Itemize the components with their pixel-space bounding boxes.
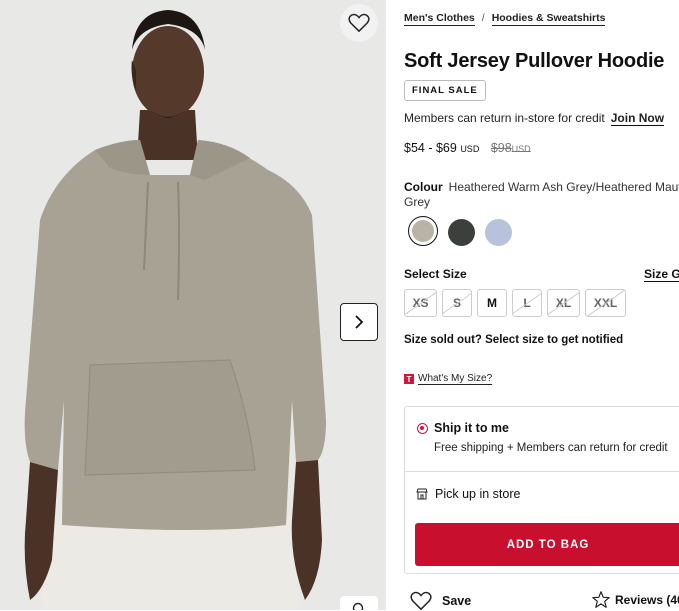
size-guide-link[interactable]: Size Guide — [644, 267, 679, 282]
fulfillment-divider — [405, 471, 679, 472]
colour-label: Colour — [404, 180, 443, 194]
zoom-button[interactable] — [340, 596, 378, 610]
reviews-label: Reviews (40 — [615, 592, 679, 607]
size-l[interactable]: L — [512, 289, 542, 317]
heart-outline-icon — [410, 591, 432, 611]
colour-value: Heathered Warm Ash Grey/Heathered Mauve … — [404, 180, 679, 209]
swatch-dark-forest[interactable] — [448, 219, 475, 246]
whats-my-size-link[interactable]: What's My Size? — [418, 373, 493, 385]
pickup-option[interactable]: Pick up in store — [416, 487, 520, 501]
price-currency: USD — [460, 144, 480, 154]
chevron-right-icon — [355, 315, 364, 329]
pickup-label: Pick up in store — [435, 487, 521, 501]
product-title: Soft Jersey Pullover Hoodie — [404, 50, 665, 72]
size-m[interactable]: M — [477, 289, 507, 317]
star-icon — [592, 591, 610, 608]
members-note: Members can return in-store for credit Jo… — [404, 111, 665, 126]
size-s[interactable]: S — [442, 289, 472, 317]
next-image-button[interactable] — [340, 303, 378, 341]
original-price: $98USD — [491, 141, 531, 155]
final-sale-badge: FINAL SALE — [404, 80, 486, 101]
ship-title: Ship it to me — [434, 421, 509, 435]
true-fit-icon: T — [404, 374, 414, 384]
whats-my-size[interactable]: T What's My Size? — [404, 373, 493, 385]
store-icon — [416, 488, 428, 500]
colour-selection: Colour Heathered Warm Ash Grey/Heathered … — [404, 180, 679, 210]
ship-radio[interactable] — [417, 423, 428, 434]
product-media — [0, 0, 386, 610]
colour-swatches — [408, 216, 512, 246]
size-xxl[interactable]: XXL — [585, 289, 626, 317]
swatch-heathered-blue[interactable] — [485, 219, 512, 246]
join-now-link[interactable]: Join Now — [610, 111, 665, 126]
save-label: Save — [442, 594, 472, 608]
size-options: XS S M L XL XXL — [404, 289, 626, 317]
price: $54 - $69 USD $98USD — [404, 141, 531, 155]
breadcrumb-hoodies[interactable]: Hoodies & Sweatshirts — [491, 12, 606, 26]
members-text: Members can return in-store for credit — [404, 111, 605, 125]
fulfillment-options: Ship it to me Free shipping + Members ca… — [404, 406, 679, 574]
favorite-button[interactable] — [340, 4, 378, 42]
swatch-heathered-warm-ash-grey[interactable] — [408, 216, 438, 246]
breadcrumb-mens-clothes[interactable]: Men's Clothes — [404, 12, 475, 26]
breadcrumb: Men's Clothes / Hoodies & Sweatshirts — [404, 12, 606, 26]
reviews-link[interactable]: Reviews (40 — [592, 591, 679, 608]
select-size-label: Select Size — [404, 267, 467, 281]
size-xs[interactable]: XS — [404, 289, 437, 317]
original-price-value: $98 — [490, 141, 512, 155]
price-range: $54 - $69 — [404, 141, 457, 155]
breadcrumb-separator: / — [481, 12, 485, 24]
add-to-bag-button[interactable]: ADD TO BAG — [415, 523, 679, 566]
ship-subtitle: Free shipping + Members can return for c… — [434, 442, 668, 454]
save-button[interactable]: Save — [410, 591, 471, 611]
size-xl[interactable]: XL — [547, 289, 580, 317]
heart-icon — [348, 13, 370, 33]
product-photo — [0, 0, 386, 610]
size-soldout-note: Size sold out? Select size to get notifi… — [404, 334, 624, 346]
original-price-currency: USD — [511, 144, 531, 154]
zoom-icon — [352, 602, 364, 610]
